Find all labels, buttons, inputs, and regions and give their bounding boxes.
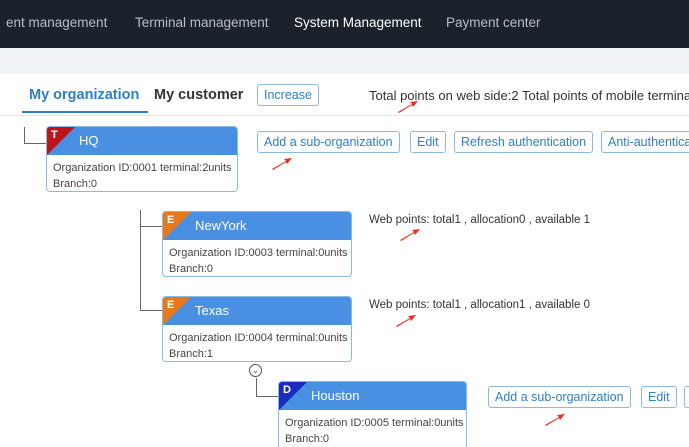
org-card-header: T HQ (47, 127, 237, 155)
org-type-tag: T (47, 127, 75, 155)
top-navigation: ent management Terminal management Syste… (0, 0, 689, 48)
org-card-body: Organization ID:0003 terminal:0units Bra… (163, 240, 351, 276)
org-details: Organization ID:0001 terminal:2units (53, 162, 232, 174)
org-details: Organization ID:0003 terminal:0units (169, 247, 348, 259)
org-card-newyork[interactable]: E NewYork Organization ID:0003 terminal:… (162, 211, 352, 277)
tab-divider (0, 115, 689, 116)
tree-connector (24, 143, 46, 144)
tree-connector (140, 210, 141, 310)
org-type-tag: E (163, 297, 191, 325)
nav-item-payment-center[interactable]: Payment center (446, 15, 541, 30)
org-card-texas[interactable]: E Texas Organization ID:0004 terminal:0u… (162, 296, 352, 362)
org-branch: Branch:0 (285, 433, 330, 445)
org-details: Organization ID:0005 terminal:0units (285, 417, 464, 429)
nav-item-system-management[interactable]: System Management (294, 15, 422, 30)
org-name: NewYork (195, 218, 247, 233)
org-type-letter: T (51, 129, 58, 141)
org-card-body: Organization ID:0005 terminal:0units Bra… (279, 410, 466, 447)
red-arrow-icon (545, 414, 565, 426)
tab-my-organization[interactable]: My organization (29, 87, 139, 103)
org-type-tag: D (279, 382, 307, 410)
edit-button[interactable]: Edit (410, 131, 446, 153)
org-type-letter: E (167, 214, 175, 226)
add-sub-organization-button[interactable]: Add a sub-organization (488, 386, 631, 408)
tree-connector (256, 396, 278, 397)
active-tab-indicator (22, 111, 148, 113)
red-arrow-icon (400, 229, 420, 241)
org-card-header: D Houston (279, 382, 466, 410)
org-type-letter: E (167, 299, 175, 311)
org-card-header: E NewYork (163, 212, 351, 240)
web-points-newyork: Web points: total1 , allocation0 , avail… (369, 214, 590, 226)
add-sub-organization-button[interactable]: Add a sub-organization (257, 131, 400, 153)
tab-my-customer[interactable]: My customer (154, 87, 243, 103)
increase-button[interactable]: Increase (257, 84, 319, 106)
red-arrow-icon (272, 158, 292, 170)
org-branch: Branch:0 (53, 178, 98, 190)
org-type-letter: D (283, 384, 291, 396)
refresh-authentication-button[interactable]: Refresh authentication (454, 131, 594, 153)
tree-connector (256, 378, 257, 396)
nav-item-event-management[interactable]: ent management (6, 15, 107, 30)
collapse-toggle-icon[interactable]: ⌄ (249, 364, 262, 377)
org-branch: Branch:1 (169, 348, 214, 360)
tree-connector (24, 127, 25, 144)
anti-authentication-button[interactable]: Anti-authenticat (601, 131, 689, 153)
org-type-tag: E (163, 212, 191, 240)
subheader-bar (0, 48, 689, 74)
org-branch: Branch:0 (169, 263, 214, 275)
tree-connector (140, 310, 162, 311)
org-card-houston[interactable]: D Houston Organization ID:0005 terminal:… (278, 381, 467, 447)
org-card-body: Organization ID:0001 terminal:2units Bra… (47, 155, 237, 191)
org-name: HQ (79, 133, 99, 148)
org-card-header: E Texas (163, 297, 351, 325)
red-arrow-icon (396, 315, 416, 327)
more-button[interactable] (684, 386, 689, 408)
red-arrow-icon (398, 101, 418, 113)
org-details: Organization ID:0004 terminal:0units (169, 332, 348, 344)
web-points-texas: Web points: total1 , allocation1 , avail… (369, 299, 590, 311)
nav-item-terminal-management[interactable]: Terminal management (135, 15, 269, 30)
org-card-body: Organization ID:0004 terminal:0units Bra… (163, 325, 351, 361)
org-name: Texas (195, 303, 229, 318)
org-name: Houston (311, 388, 360, 403)
tree-connector (140, 226, 162, 227)
org-card-hq[interactable]: T HQ Organization ID:0001 terminal:2unit… (46, 126, 238, 192)
edit-button[interactable]: Edit (641, 386, 677, 408)
